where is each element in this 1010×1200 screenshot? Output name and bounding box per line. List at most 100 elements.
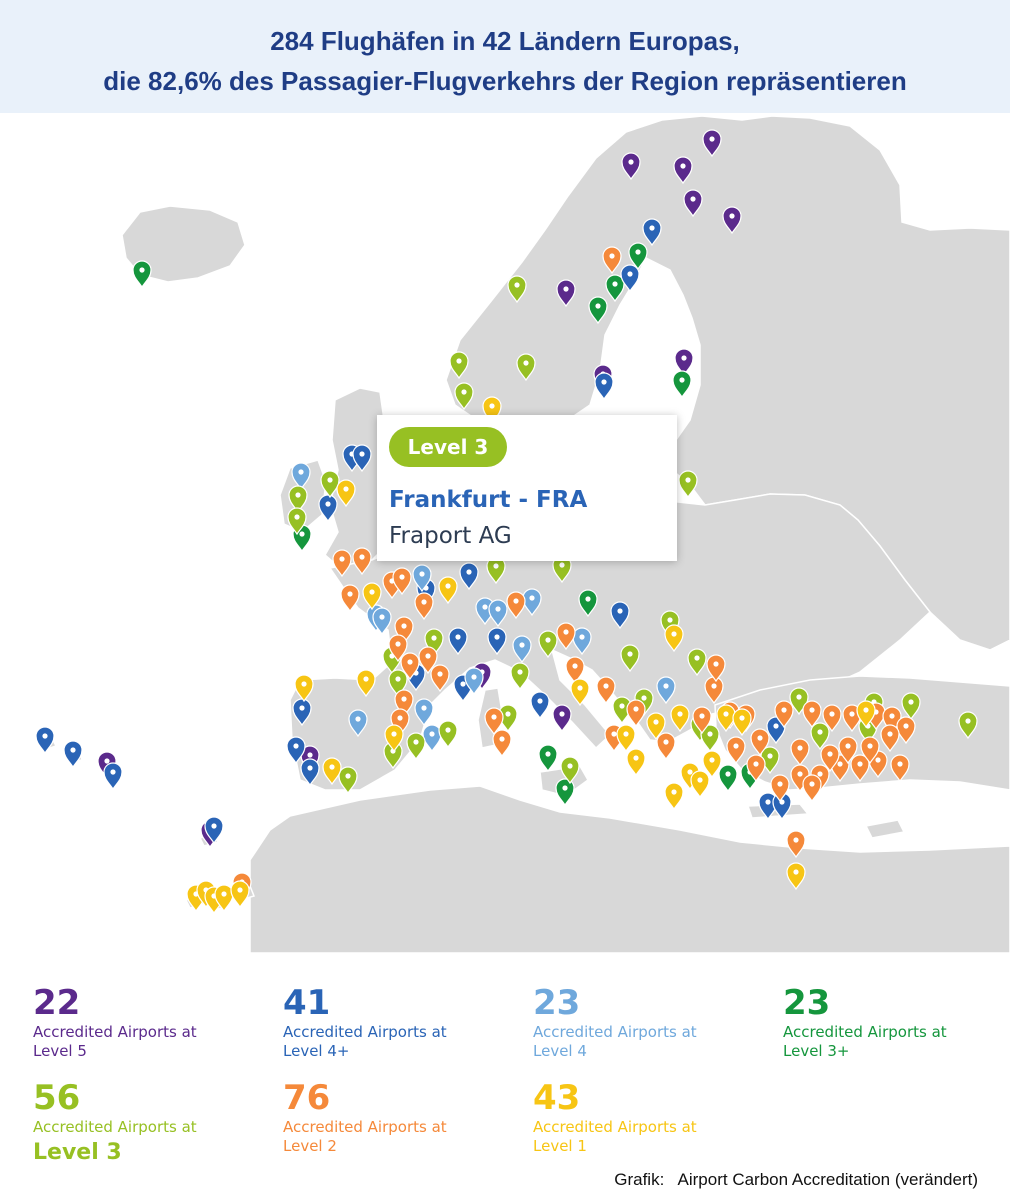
airport-pin[interactable] [690,770,710,799]
legend-level-4plus: 41 Accredited Airports at Level 4+ [283,985,513,1061]
airport-pin[interactable] [103,762,123,791]
airport-pin-dot [529,595,535,601]
legend-level-2: 76 Accredited Airports at Level 2 [283,1080,513,1156]
airport-pin[interactable] [552,704,572,733]
airport-pin-dot [514,282,520,288]
airport-pin[interactable] [616,724,636,753]
legend-level-5: 22 Accredited Airports at Level 5 [33,985,263,1061]
airport-pin[interactable] [510,662,530,691]
airport-pin-dot [395,676,401,682]
airport-pin[interactable] [802,774,822,803]
airport-pin-dot [494,634,500,640]
airport-operator: Fraport AG [389,523,512,549]
airport-pin-dot [671,789,677,795]
land-cyprus [864,819,906,839]
airport-pin-dot [601,379,607,385]
legend-count: 76 [283,1078,331,1118]
airport-pin-dot [559,562,565,568]
airport-pin-dot [471,674,477,680]
airport-pin[interactable] [596,676,616,705]
airport-pin[interactable] [63,740,83,769]
airport-pin-dot [307,765,313,771]
airport-pin-dot [104,758,110,764]
airport-pin-dot [753,761,759,767]
legend-desc: Accredited Airports at [533,1023,697,1041]
airport-pin[interactable] [340,584,360,613]
airport-pin-dot [680,163,686,169]
airport-pin[interactable] [422,724,442,753]
legend-level-1: 43 Accredited Airports at Level 1 [533,1080,763,1156]
airport-pin-dot [863,707,869,713]
airport-pin-dot [628,159,634,165]
airport-pin-dot [653,719,659,725]
airport-pin-dot [456,358,462,364]
airport-pin-dot [139,267,145,273]
airport-pin-dot [221,891,227,897]
airport-pin-dot [294,514,300,520]
airport-pin-dot [545,751,551,757]
airport-pin-dot [699,713,705,719]
airport-pin-dot [397,715,403,721]
airport-pin-dot [419,571,425,577]
airport-pin[interactable] [594,372,614,401]
legend-desc: Accredited Airports at [283,1118,447,1136]
airport-pin[interactable] [718,764,738,793]
legend-level: Level 1 [533,1137,587,1155]
airport-pin-dot [327,477,333,483]
airport-pin-dot [585,596,591,602]
airport-pin[interactable] [626,748,646,777]
airport-pin-dot [517,669,523,675]
airport-pin-dot [809,707,815,713]
airport-pin[interactable] [678,470,698,499]
airport-pin-dot [809,781,815,787]
airport-pin[interactable] [35,726,55,755]
airport-pin-dot [579,634,585,640]
airport-pin-dot [867,743,873,749]
legend-count: 23 [533,983,581,1023]
airport-pin-dot [401,696,407,702]
airport-pin[interactable] [492,729,512,758]
airport-pin-dot [623,731,629,737]
airport-pin[interactable] [555,778,575,807]
airport-pin-dot [612,281,618,287]
airport-pin-dot [379,614,385,620]
legend-level: Level 3+ [783,1042,850,1060]
airport-pin-dot [796,694,802,700]
airport-pin-dot [690,196,696,202]
airport-pin[interactable] [656,732,676,761]
airport-pin-dot [110,769,116,775]
airport-pin-dot [429,731,435,737]
legend-level: Level 4 [533,1042,587,1060]
airport-pin-dot [299,531,305,537]
airport-pin[interactable] [672,370,692,399]
airport-pin-dot [345,773,351,779]
airport-pin[interactable] [406,732,426,761]
airport-pin-dot [211,823,217,829]
legend-level: Level 4+ [283,1042,350,1060]
airport-pin-dot [765,799,771,805]
airport-pin-dot [347,591,353,597]
airport-pin-dot [307,752,313,758]
airport-pin-dot [793,869,799,875]
airport-pin[interactable] [132,260,152,289]
airport-pin[interactable] [538,744,558,773]
airport-pin-dot [793,837,799,843]
airport-pin-dot [505,711,511,717]
airport-pin-dot [707,731,713,737]
airport-pin[interactable] [530,691,550,720]
airport-pin-dot [777,781,783,787]
airport-pin[interactable] [664,782,684,811]
airport-pin-dot [767,753,773,759]
airport-pin-dot [729,213,735,219]
airport-pin[interactable] [438,720,458,749]
source-credit: Grafik: Airport Carbon Accreditation (ve… [614,1170,978,1189]
airport-pin[interactable] [230,880,250,909]
airport-pin-dot [460,681,466,687]
airport-pin-dot [407,659,413,665]
legend-count: 41 [283,983,331,1023]
legend-level-3plus: 23 Accredited Airports at Level 3+ [783,985,1010,1061]
legend-desc: Accredited Airports at [33,1118,197,1136]
airport-pin-dot [781,707,787,713]
airport-pin-dot [663,683,669,689]
legend-count: 22 [33,983,81,1023]
